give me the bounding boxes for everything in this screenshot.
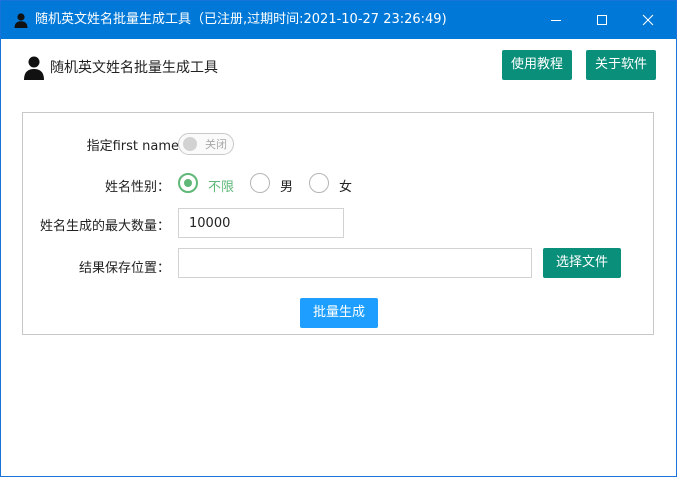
- save-path-label: 结果保存位置：: [78, 261, 170, 276]
- user-icon: [14, 13, 28, 28]
- choose-file-button[interactable]: 选择文件: [543, 248, 621, 278]
- user-icon: [24, 56, 44, 80]
- maximize-icon: [597, 15, 607, 25]
- first-name-label: 指定first name：: [86, 139, 192, 154]
- toggle-text: 关闭: [205, 138, 227, 151]
- close-icon: [642, 14, 654, 26]
- window-title: 随机英文姓名批量生成工具（已注册,过期时间:2021-10-27 23:26:4…: [35, 12, 447, 27]
- generate-button[interactable]: 批量生成: [300, 298, 378, 328]
- minimize-button[interactable]: [533, 1, 579, 39]
- minimize-icon: [551, 20, 561, 21]
- radio-circle: [250, 173, 270, 193]
- title-bar[interactable]: 随机英文姓名批量生成工具（已注册,过期时间:2021-10-27 23:26:4…: [1, 1, 676, 39]
- radio-circle: [309, 173, 329, 193]
- maximize-button[interactable]: [579, 1, 625, 39]
- max-count-input[interactable]: [178, 208, 344, 238]
- gender-label: 姓名性别：: [104, 180, 170, 195]
- gender-option-label: 不限: [208, 180, 235, 195]
- toggle-knob: [183, 137, 197, 151]
- close-button[interactable]: [625, 1, 671, 39]
- radio-circle: [178, 173, 198, 193]
- gender-option-label: 男: [280, 180, 294, 195]
- max-count-label: 姓名生成的最大数量：: [39, 219, 170, 234]
- save-path-input[interactable]: [178, 248, 532, 278]
- app-window: 随机英文姓名批量生成工具（已注册,过期时间:2021-10-27 23:26:4…: [0, 0, 677, 477]
- app-name: 随机英文姓名批量生成工具: [50, 60, 218, 76]
- tutorial-button[interactable]: 使用教程: [502, 50, 572, 80]
- gender-option-label: 女: [339, 180, 353, 195]
- about-button[interactable]: 关于软件: [586, 50, 656, 80]
- first-name-toggle[interactable]: 关闭: [178, 133, 234, 155]
